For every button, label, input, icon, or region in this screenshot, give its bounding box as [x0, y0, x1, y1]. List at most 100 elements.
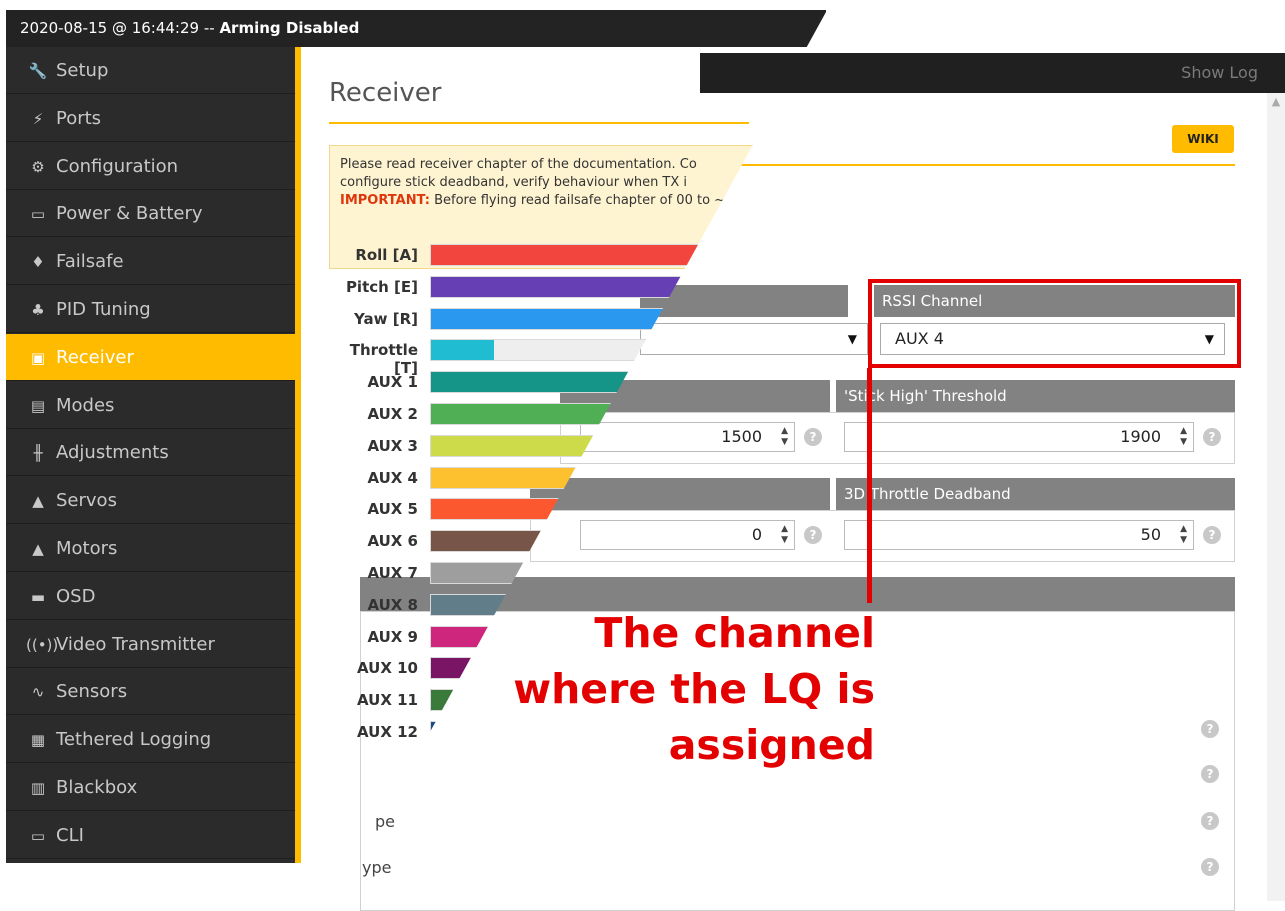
servo-icon: ▲	[32, 492, 44, 511]
sidebar-item-cli[interactable]: ▭ CLI	[6, 812, 295, 859]
sidebar-item-power-battery[interactable]: ▭ Power & Battery	[6, 190, 295, 238]
antenna-icon: ((•))	[26, 635, 59, 654]
sidebar-item-video-transmitter[interactable]: ((•))Video Transmitter	[6, 621, 295, 668]
important-label: IMPORTANT:	[340, 193, 430, 208]
title-underline	[329, 122, 749, 124]
sidebar-item-label: Servos	[56, 490, 117, 512]
gear-icon: ⚙	[31, 157, 45, 176]
sidebar-item-label: Power & Battery	[56, 203, 203, 225]
deadband-header	[530, 478, 830, 510]
receiver-icon: ▣	[30, 348, 46, 367]
status-datetime: 2020-08-15 @ 16:44:29	[20, 19, 200, 37]
help-icon[interactable]: ?	[1201, 720, 1219, 738]
channel-label: AUX 9	[367, 627, 418, 646]
pid-icon: ♣	[31, 301, 45, 319]
sidebar-item-label: CLI	[56, 824, 84, 846]
sidebar-item-configuration[interactable]: ⚙ Configuration	[6, 143, 295, 190]
plug-icon: ⚡	[32, 109, 44, 128]
help-icon[interactable]: ?	[1201, 765, 1219, 783]
sidebar-item-adjustments[interactable]: ╫ Adjustments	[6, 429, 295, 477]
help-icon[interactable]: ?	[1201, 812, 1219, 830]
stick-high-value: 1900	[1120, 427, 1161, 446]
help-icon[interactable]: ?	[1203, 428, 1221, 446]
sidebar-item-pid-tuning[interactable]: ♣ PID Tuning	[6, 286, 295, 333]
sidebar-accent	[295, 47, 301, 863]
help-icon[interactable]: ?	[804, 428, 822, 446]
page-title: Receiver	[329, 78, 442, 108]
receiver-mode-select[interactable]: ▼	[640, 323, 868, 355]
osd-icon: ▬	[30, 587, 46, 606]
midpoint-value: 1500	[721, 427, 762, 446]
parachute-icon: ♦	[31, 253, 45, 272]
sidebar-item-label: Tethered Logging	[56, 729, 212, 751]
channel-label: Pitch [E]	[345, 277, 418, 296]
stick-high-input[interactable]: 1900 ▲ ▼	[844, 422, 1194, 452]
sidebar-item-label: PID Tuning	[56, 299, 151, 320]
sidebar-item-label: Adjustments	[56, 442, 169, 464]
sidebar-item-sensors[interactable]: ∿ Sensors	[6, 668, 295, 716]
spinner-icon[interactable]: ▲ ▼	[1180, 524, 1187, 546]
terminal-icon: ▭	[30, 826, 46, 845]
throttle-3d-value: 50	[1140, 525, 1161, 544]
sidebar-item-label: Video Transmitter	[56, 633, 215, 655]
annotation-line: where the LQ is	[513, 665, 875, 713]
help-icon[interactable]: ?	[804, 526, 822, 544]
sidebar-item-motors[interactable]: ▲ Motors	[6, 525, 295, 572]
sidebar-item-label: Receiver	[56, 346, 134, 368]
spinner-icon[interactable]: ▲ ▼	[781, 524, 788, 546]
spinner-icon[interactable]: ▲ ▼	[1180, 426, 1187, 448]
scrollbar[interactable]	[1267, 93, 1285, 901]
sidebar-item-setup[interactable]: 🔧 Setup	[6, 47, 295, 94]
annotation-line: The channel	[594, 609, 875, 657]
wrench-icon: 🔧	[28, 62, 48, 80]
midpoint-input[interactable]: 1500 ▲ ▼	[580, 422, 795, 452]
logging-icon: ▦	[30, 731, 46, 750]
throttle-3d-input[interactable]: 50 ▲ ▼	[844, 520, 1194, 550]
sidebar-item-label: OSD	[56, 585, 96, 607]
sidebar-item-osd[interactable]: ▬ OSD	[6, 573, 295, 620]
channel-label: AUX 12	[357, 723, 418, 741]
battery-icon: ▭	[30, 205, 46, 224]
channel-label: AUX 11	[357, 691, 418, 710]
sliders-icon: ╫	[33, 444, 43, 463]
sidebar-item-ports[interactable]: ⚡ Ports	[6, 95, 295, 142]
divider	[700, 164, 1235, 166]
sidebar-item-label: Setup	[56, 60, 109, 81]
deadband-value: 0	[751, 525, 762, 544]
channel-label: AUX 8	[367, 595, 418, 614]
channel-label: AUX 4	[367, 468, 418, 487]
help-icon[interactable]: ?	[1203, 526, 1221, 544]
row-label: ype	[362, 858, 392, 877]
sidebar-item-tethered-logging[interactable]: ▦ Tethered Logging	[6, 716, 295, 764]
sidebar-item-label: Configuration	[56, 155, 179, 177]
annotation-line: assigned	[668, 721, 875, 769]
channel-label: AUX 5	[367, 500, 418, 519]
rssi-highlight-box	[868, 279, 1241, 368]
channel-label: AUX 10	[357, 659, 418, 678]
channel-label: AUX 2	[367, 405, 418, 423]
channel-label: AUX 3	[367, 436, 418, 455]
sidebar-item-receiver[interactable]: ▣ Receiver	[6, 333, 295, 381]
channel-label: Roll [A]	[355, 246, 418, 264]
modes-icon: ▤	[30, 396, 46, 415]
motor-icon: ▲	[32, 540, 44, 558]
spinner-icon[interactable]: ▲ ▼	[781, 426, 788, 448]
deadband-input[interactable]: 0 ▲ ▼	[580, 520, 795, 550]
sidebar-item-label: Modes	[56, 394, 115, 416]
pulse-icon: ∿	[31, 683, 45, 702]
chevron-down-icon: ▼	[847, 332, 857, 346]
status-separator: --	[199, 19, 220, 37]
sidebar-item-blackbox[interactable]: ▥ Blackbox	[6, 764, 295, 811]
wiki-button[interactable]: WIKI	[1172, 125, 1234, 153]
sidebar-item-label: Failsafe	[56, 251, 124, 273]
channel-bar-fill	[431, 340, 494, 361]
help-icon[interactable]: ?	[1201, 858, 1219, 876]
sidebar-item-modes[interactable]: ▤ Modes	[6, 382, 295, 429]
sidebar-item-label: Motors	[56, 538, 118, 559]
throttle-3d-header: 3D Throttle Deadband	[836, 478, 1235, 510]
sidebar-item-servos[interactable]: ▲ Servos	[6, 477, 295, 525]
show-log-link[interactable]: Show Log	[1150, 53, 1258, 93]
scroll-up-icon[interactable]: ▲	[1267, 95, 1285, 108]
sidebar-item-failsafe[interactable]: ♦ Failsafe	[6, 238, 295, 286]
sidebar-item-label: Sensors	[56, 681, 128, 703]
